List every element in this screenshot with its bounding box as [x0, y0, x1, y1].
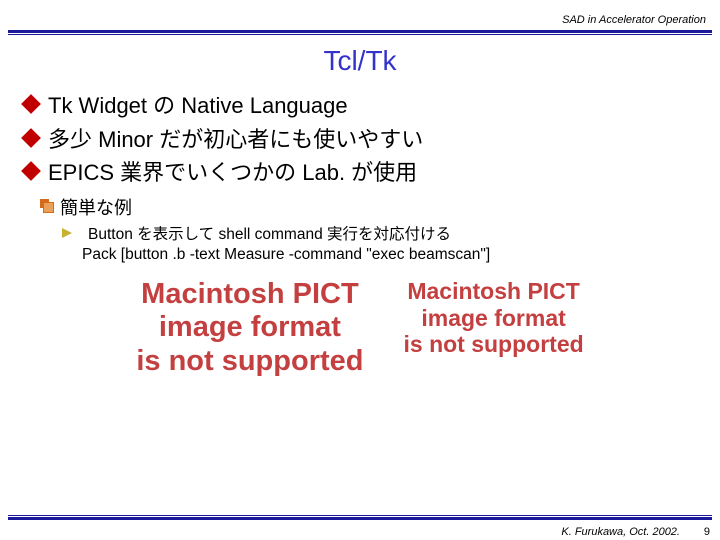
bullet-text: Tk Widget の Native Language: [48, 91, 348, 121]
pict-placeholder: Macintosh PICT image format is not suppo…: [404, 278, 584, 378]
pict-line: image format: [136, 311, 363, 344]
pict-line: image format: [404, 305, 584, 331]
header-thin-rule: [8, 34, 712, 35]
bullet-text: 多少 Minor だが初心者にも使いやすい: [48, 125, 423, 155]
bullet-item: 多少 Minor だが初心者にも使いやすい: [22, 125, 698, 155]
pict-line: Macintosh PICT: [404, 278, 584, 304]
footer-credit: K. Furukawa, Oct. 2002.: [561, 526, 680, 538]
header-rule: SAD in Accelerator Operation: [8, 10, 712, 33]
bullet-item: Tk Widget の Native Language: [22, 91, 698, 121]
wedge-icon: [62, 228, 82, 238]
pict-line: is not supported: [404, 331, 584, 357]
content-area: Tk Widget の Native Language 多少 Minor だが初…: [0, 91, 720, 378]
pict-placeholder: Macintosh PICT image format is not suppo…: [136, 278, 363, 378]
box-icon: [40, 199, 52, 211]
pict-line: is not supported: [136, 345, 363, 378]
pict-line: Macintosh PICT: [136, 278, 363, 311]
page-number: 9: [704, 526, 710, 538]
header-text: SAD in Accelerator Operation: [562, 14, 712, 26]
subsub-bullet-text: Button を表示して shell command 実行を対応付ける: [88, 222, 451, 244]
slide-title: Tcl/Tk: [0, 45, 720, 77]
diamond-icon: [21, 94, 41, 114]
image-placeholders: Macintosh PICT image format is not suppo…: [22, 278, 698, 378]
bullet-text: EPICS 業界でいくつかの Lab. が使用: [48, 158, 417, 188]
bullet-item: EPICS 業界でいくつかの Lab. が使用: [22, 158, 698, 188]
sub-bullet-text: 簡単な例: [60, 194, 132, 220]
subsub-bullet-item: Button を表示して shell command 実行を対応付ける: [62, 222, 698, 244]
footer-rule: [8, 515, 712, 520]
footer-thick-rule: [8, 517, 712, 520]
diamond-icon: [21, 128, 41, 148]
sub-bullet-item: 簡単な例: [40, 194, 698, 220]
code-line: Pack [button .b -text Measure -command "…: [82, 246, 698, 264]
diamond-icon: [21, 161, 41, 181]
